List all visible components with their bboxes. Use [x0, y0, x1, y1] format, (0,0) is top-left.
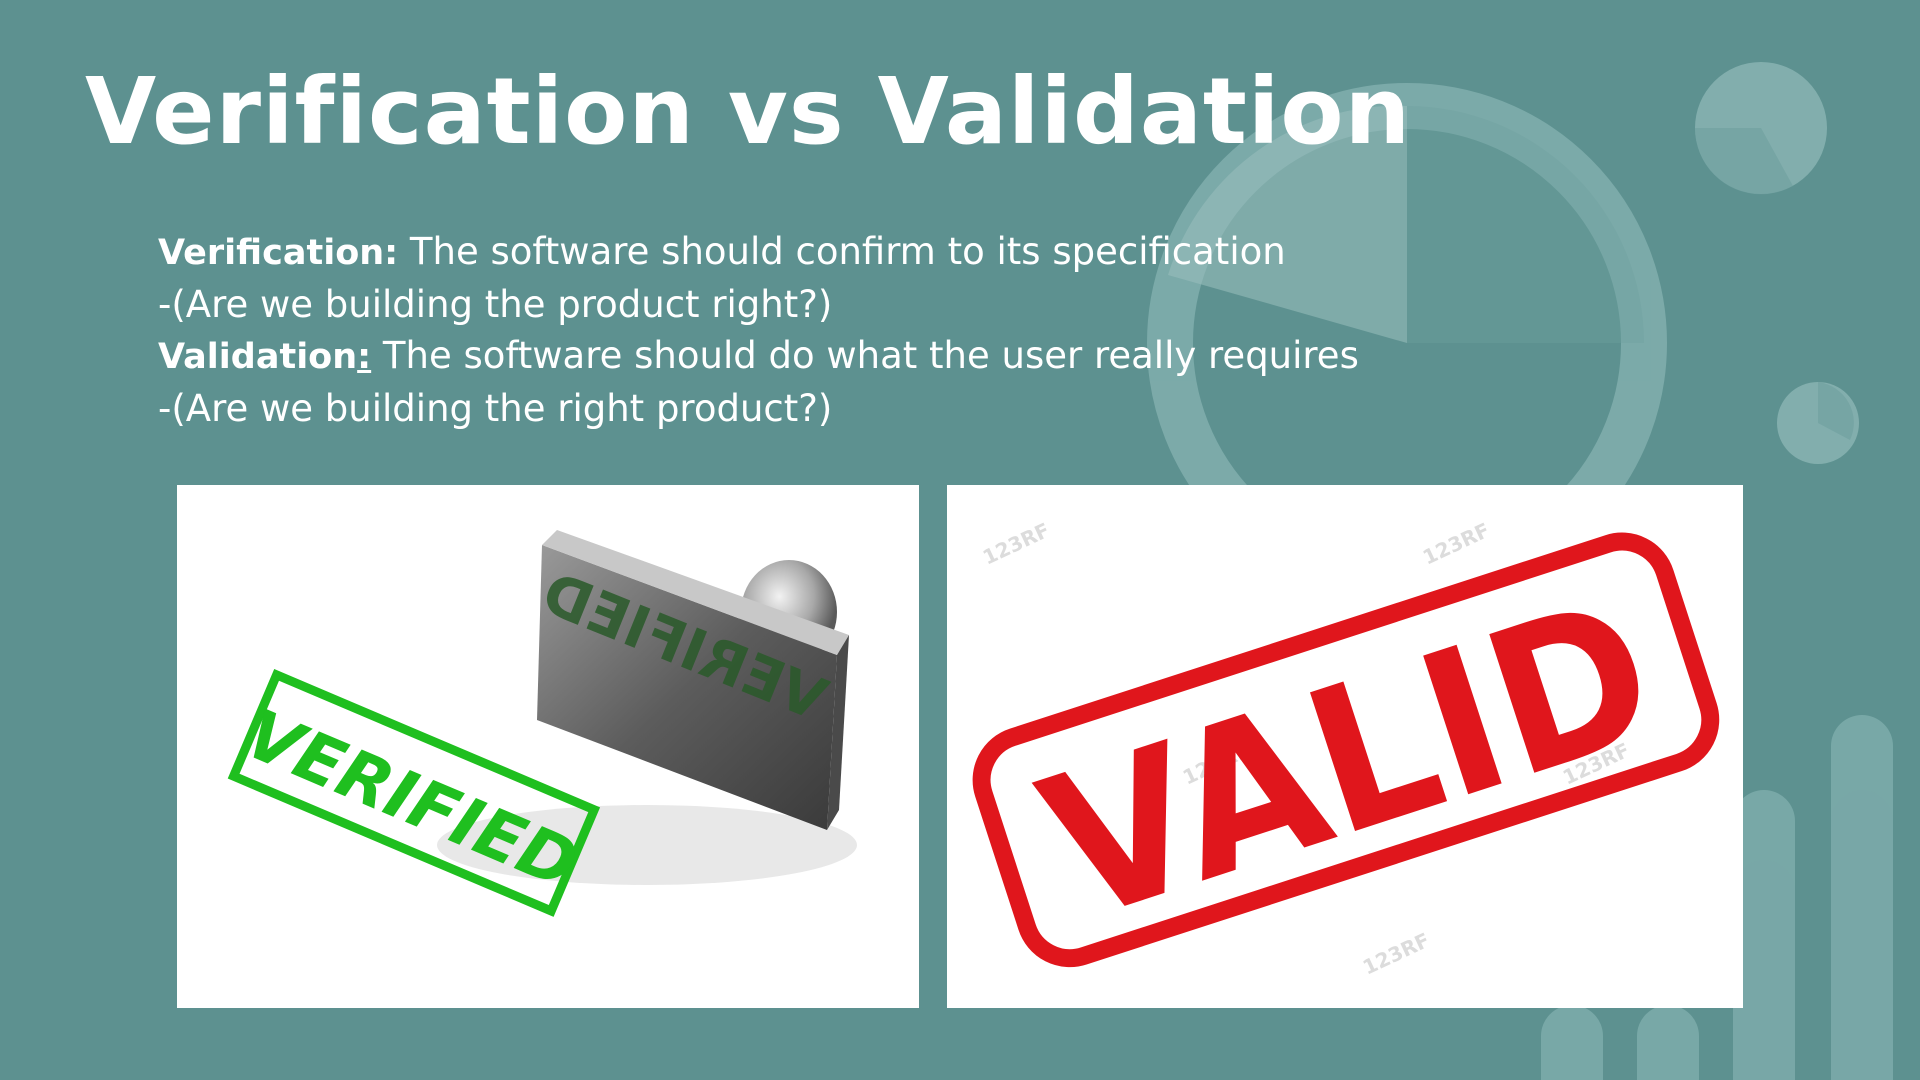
watermark-text-1: 123RF [979, 518, 1053, 570]
valid-stamp-text: VALID [1019, 554, 1681, 967]
verified-stamp-image: VERIFIED VERIFIED [177, 485, 919, 1008]
slide-title: Verification vs Validation [85, 58, 1412, 165]
verification-term: Verification: [158, 233, 399, 273]
small-pie-decoration [1694, 62, 1827, 195]
valid-stamp-graphic: 123RF 123RF 123RF 123RF 123RF VALID [972, 518, 1720, 980]
slide: Verification vs Validation Verification:… [0, 0, 1920, 1080]
valid-stamp-image: 123RF 123RF 123RF 123RF 123RF VALID [947, 485, 1743, 1008]
validation-question: -(Are we building the right product?) [158, 387, 833, 430]
validation-definition-text: The software should do what the user rea… [371, 334, 1359, 377]
watermark-text-5: 123RF [1359, 928, 1433, 980]
validation-definition: Validation: The software should do what … [158, 330, 1359, 383]
validation-term: Validation [158, 337, 358, 377]
tiny-pie-decoration [1777, 382, 1859, 464]
definitions-text: Verification: The software should confir… [158, 226, 1359, 434]
verification-definition-text: The software should confirm to its speci… [398, 230, 1286, 273]
verification-definition: Verification: The software should confir… [158, 226, 1359, 279]
watermark-text-2: 123RF [1419, 518, 1493, 570]
verification-question: -(Are we building the product right?) [158, 283, 833, 326]
rubber-stamp-icon: VERIFIED VERIFIED [227, 530, 857, 917]
validation-term-colon: : [357, 337, 372, 377]
